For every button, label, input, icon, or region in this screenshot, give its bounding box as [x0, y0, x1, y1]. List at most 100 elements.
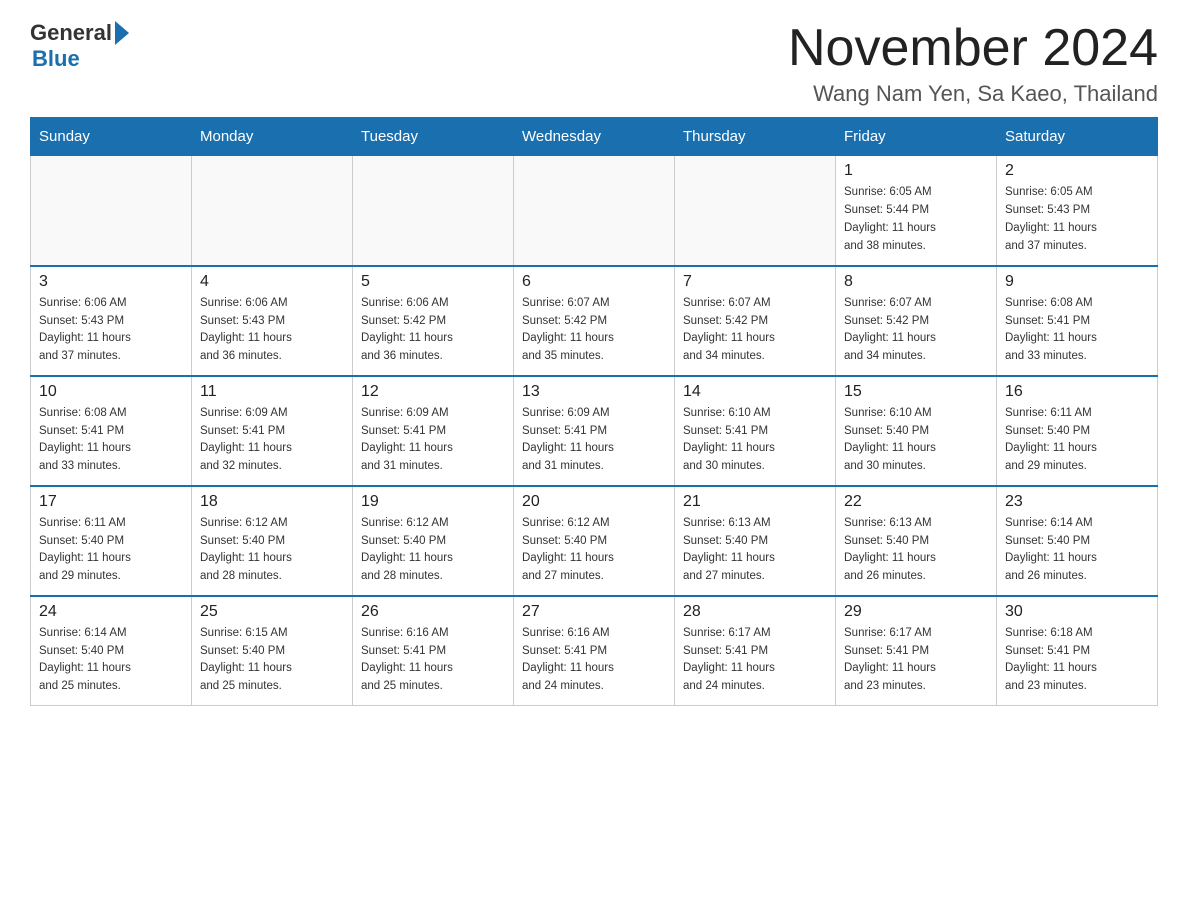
day-number: 29 [844, 603, 988, 621]
day-number: 14 [683, 383, 827, 401]
title-block: November 2024 Wang Nam Yen, Sa Kaeo, Tha… [788, 20, 1158, 107]
calendar-cell [514, 156, 675, 266]
weekday-header-friday: Friday [836, 118, 997, 156]
day-number: 16 [1005, 383, 1149, 401]
calendar-cell: 25 Sunrise: 6:15 AM Sunset: 5:40 PM Dayli… [192, 596, 353, 706]
calendar-cell: 21 Sunrise: 6:13 AM Sunset: 5:40 PM Dayli… [675, 486, 836, 596]
day-number: 11 [200, 383, 344, 401]
day-number: 5 [361, 273, 505, 291]
day-number: 7 [683, 273, 827, 291]
sun-info: Sunrise: 6:17 AM Sunset: 5:41 PM Dayligh… [844, 625, 988, 696]
sun-info: Sunrise: 6:05 AM Sunset: 5:44 PM Dayligh… [844, 184, 988, 255]
calendar-cell: 10Sunrise: 6:08 AM Sunset: 5:41 PM Dayli… [31, 376, 192, 486]
weekday-header-thursday: Thursday [675, 118, 836, 156]
day-number: 19 [361, 493, 505, 511]
weekday-header-row: SundayMondayTuesdayWednesdayThursdayFrid… [31, 118, 1158, 156]
day-number: 4 [200, 273, 344, 291]
sun-info: Sunrise: 6:06 AM Sunset: 5:43 PM Dayligh… [39, 295, 183, 366]
calendar-table: SundayMondayTuesdayWednesdayThursdayFrid… [30, 117, 1158, 706]
sun-info: Sunrise: 6:12 AM Sunset: 5:40 PM Dayligh… [200, 515, 344, 586]
calendar-cell [675, 156, 836, 266]
calendar-cell: 19 Sunrise: 6:12 AM Sunset: 5:40 PM Dayli… [353, 486, 514, 596]
sun-info: Sunrise: 6:12 AM Sunset: 5:40 PM Dayligh… [522, 515, 666, 586]
calendar-cell: 24Sunrise: 6:14 AM Sunset: 5:40 PM Dayli… [31, 596, 192, 706]
weekday-header-monday: Monday [192, 118, 353, 156]
day-number: 1 [844, 162, 988, 180]
day-number: 25 [200, 603, 344, 621]
logo-arrow-icon [115, 21, 129, 45]
day-number: 21 [683, 493, 827, 511]
day-number: 18 [200, 493, 344, 511]
calendar-cell [31, 156, 192, 266]
week-row-1: 1 Sunrise: 6:05 AM Sunset: 5:44 PM Daylig… [31, 156, 1158, 266]
calendar-cell: 15Sunrise: 6:10 AM Sunset: 5:40 PM Dayli… [836, 376, 997, 486]
day-number: 22 [844, 493, 988, 511]
day-number: 8 [844, 273, 988, 291]
sun-info: Sunrise: 6:09 AM Sunset: 5:41 PM Dayligh… [361, 405, 505, 476]
calendar-cell: 12Sunrise: 6:09 AM Sunset: 5:41 PM Dayli… [353, 376, 514, 486]
calendar-cell: 30 Sunrise: 6:18 AM Sunset: 5:41 PM Dayli… [997, 596, 1158, 706]
day-number: 3 [39, 273, 183, 291]
day-number: 20 [522, 493, 666, 511]
sun-info: Sunrise: 6:10 AM Sunset: 5:41 PM Dayligh… [683, 405, 827, 476]
sun-info: Sunrise: 6:15 AM Sunset: 5:40 PM Dayligh… [200, 625, 344, 696]
sun-info: Sunrise: 6:09 AM Sunset: 5:41 PM Dayligh… [522, 405, 666, 476]
logo-blue-text: Blue [32, 46, 80, 72]
sun-info: Sunrise: 6:18 AM Sunset: 5:41 PM Dayligh… [1005, 625, 1149, 696]
calendar-cell: 23 Sunrise: 6:14 AM Sunset: 5:40 PM Dayli… [997, 486, 1158, 596]
calendar-cell: 17 Sunrise: 6:11 AM Sunset: 5:40 PM Dayli… [31, 486, 192, 596]
calendar-cell: 22 Sunrise: 6:13 AM Sunset: 5:40 PM Dayli… [836, 486, 997, 596]
sun-info: Sunrise: 6:14 AM Sunset: 5:40 PM Dayligh… [1005, 515, 1149, 586]
week-row-3: 10Sunrise: 6:08 AM Sunset: 5:41 PM Dayli… [31, 376, 1158, 486]
day-number: 6 [522, 273, 666, 291]
sun-info: Sunrise: 6:08 AM Sunset: 5:41 PM Dayligh… [1005, 295, 1149, 366]
sun-info: Sunrise: 6:16 AM Sunset: 5:41 PM Dayligh… [522, 625, 666, 696]
calendar-cell: 6Sunrise: 6:07 AM Sunset: 5:42 PM Daylig… [514, 266, 675, 376]
calendar-cell: 8 Sunrise: 6:07 AM Sunset: 5:42 PM Daylig… [836, 266, 997, 376]
calendar-cell: 2 Sunrise: 6:05 AM Sunset: 5:43 PM Daylig… [997, 156, 1158, 266]
day-number: 2 [1005, 162, 1149, 180]
sun-info: Sunrise: 6:07 AM Sunset: 5:42 PM Dayligh… [683, 295, 827, 366]
calendar-cell: 26 Sunrise: 6:16 AM Sunset: 5:41 PM Dayli… [353, 596, 514, 706]
calendar-cell [353, 156, 514, 266]
sun-info: Sunrise: 6:16 AM Sunset: 5:41 PM Dayligh… [361, 625, 505, 696]
day-number: 9 [1005, 273, 1149, 291]
day-number: 26 [361, 603, 505, 621]
calendar-cell: 4 Sunrise: 6:06 AM Sunset: 5:43 PM Daylig… [192, 266, 353, 376]
day-number: 24 [39, 603, 183, 621]
calendar-cell: 1 Sunrise: 6:05 AM Sunset: 5:44 PM Daylig… [836, 156, 997, 266]
logo-general-text: General [30, 20, 112, 46]
sun-info: Sunrise: 6:06 AM Sunset: 5:42 PM Dayligh… [361, 295, 505, 366]
calendar-cell: 16Sunrise: 6:11 AM Sunset: 5:40 PM Dayli… [997, 376, 1158, 486]
sun-info: Sunrise: 6:13 AM Sunset: 5:40 PM Dayligh… [683, 515, 827, 586]
calendar-cell: 20 Sunrise: 6:12 AM Sunset: 5:40 PM Dayli… [514, 486, 675, 596]
weekday-header-tuesday: Tuesday [353, 118, 514, 156]
sun-info: Sunrise: 6:17 AM Sunset: 5:41 PM Dayligh… [683, 625, 827, 696]
week-row-4: 17 Sunrise: 6:11 AM Sunset: 5:40 PM Dayli… [31, 486, 1158, 596]
calendar-cell: 3 Sunrise: 6:06 AM Sunset: 5:43 PM Daylig… [31, 266, 192, 376]
day-number: 10 [39, 383, 183, 401]
sun-info: Sunrise: 6:13 AM Sunset: 5:40 PM Dayligh… [844, 515, 988, 586]
day-number: 17 [39, 493, 183, 511]
week-row-5: 24Sunrise: 6:14 AM Sunset: 5:40 PM Dayli… [31, 596, 1158, 706]
sun-info: Sunrise: 6:09 AM Sunset: 5:41 PM Dayligh… [200, 405, 344, 476]
sun-info: Sunrise: 6:05 AM Sunset: 5:43 PM Dayligh… [1005, 184, 1149, 255]
logo: General Blue [30, 20, 129, 72]
calendar-cell: 14 Sunrise: 6:10 AM Sunset: 5:41 PM Dayli… [675, 376, 836, 486]
location-text: Wang Nam Yen, Sa Kaeo, Thailand [788, 81, 1158, 107]
calendar-cell: 5 Sunrise: 6:06 AM Sunset: 5:42 PM Daylig… [353, 266, 514, 376]
week-row-2: 3 Sunrise: 6:06 AM Sunset: 5:43 PM Daylig… [31, 266, 1158, 376]
sun-info: Sunrise: 6:11 AM Sunset: 5:40 PM Dayligh… [39, 515, 183, 586]
calendar-cell: 9 Sunrise: 6:08 AM Sunset: 5:41 PM Daylig… [997, 266, 1158, 376]
month-title: November 2024 [788, 20, 1158, 77]
sun-info: Sunrise: 6:06 AM Sunset: 5:43 PM Dayligh… [200, 295, 344, 366]
page-header: General Blue November 2024 Wang Nam Yen,… [30, 20, 1158, 107]
sun-info: Sunrise: 6:07 AM Sunset: 5:42 PM Dayligh… [844, 295, 988, 366]
day-number: 23 [1005, 493, 1149, 511]
weekday-header-saturday: Saturday [997, 118, 1158, 156]
sun-info: Sunrise: 6:12 AM Sunset: 5:40 PM Dayligh… [361, 515, 505, 586]
day-number: 15 [844, 383, 988, 401]
day-number: 13 [522, 383, 666, 401]
calendar-cell: 13 Sunrise: 6:09 AM Sunset: 5:41 PM Dayli… [514, 376, 675, 486]
day-number: 30 [1005, 603, 1149, 621]
